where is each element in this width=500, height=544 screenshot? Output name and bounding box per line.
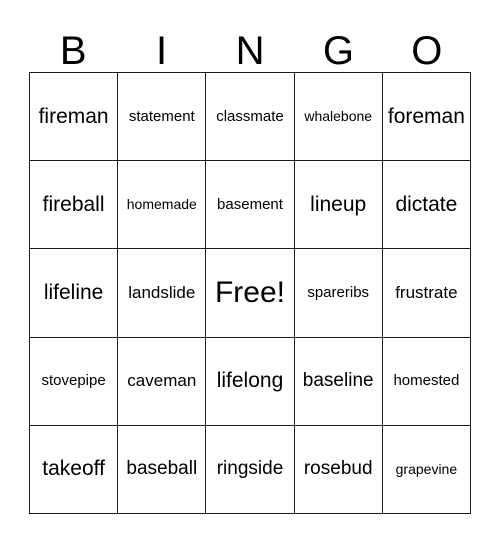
header-letter-n: N [235, 29, 265, 73]
bingo-card: B I N G O fireman statement classmate wh… [0, 0, 500, 544]
bingo-cell-label: foreman [387, 104, 465, 128]
bingo-cell-r2c2[interactable]: homemade [118, 161, 207, 250]
bingo-cell-r5c3[interactable]: ringside [206, 425, 295, 514]
bingo-cell-r3c1[interactable]: lifeline [30, 249, 119, 338]
bingo-cell-r5c1[interactable]: takeoff [30, 425, 119, 514]
bingo-cell-r1c5[interactable]: foreman [382, 73, 471, 162]
bingo-cell-label: statement [128, 107, 195, 125]
bingo-cell-r2c3[interactable]: basement [206, 161, 295, 250]
bingo-cell-r3c5[interactable]: frustrate [382, 249, 471, 338]
bingo-cell-r4c3[interactable]: lifelong [206, 337, 295, 426]
bingo-cell-label: lifelong [216, 369, 284, 393]
bingo-cell-r4c2[interactable]: caveman [118, 337, 207, 426]
bingo-cell-label: stovepipe [41, 372, 106, 390]
bingo-cell-label: baseline [302, 370, 374, 392]
bingo-free-label: Free! [214, 276, 285, 310]
bingo-cell-r1c3[interactable]: classmate [206, 73, 295, 162]
header-letter-g: G [322, 29, 354, 73]
header-letter-o: O [411, 29, 443, 73]
bingo-cell-r5c2[interactable]: baseball [118, 425, 207, 514]
header-letter-i: I [156, 29, 168, 73]
bingo-cell-label: ringside [216, 458, 284, 480]
bingo-cell-r4c5[interactable]: homested [382, 337, 471, 426]
bingo-cell-label: lifeline [43, 280, 104, 304]
bingo-cell-label: takeoff [42, 457, 105, 481]
bingo-cell-label: lineup [310, 192, 367, 216]
bingo-header: B I N G O [29, 14, 471, 72]
bingo-cell-label: spareribs [307, 284, 370, 302]
bingo-cell-label: frustrate [395, 283, 458, 303]
bingo-cell-r1c2[interactable]: statement [118, 73, 207, 162]
bingo-cell-r2c1[interactable]: fireball [30, 161, 119, 250]
bingo-cell-label: fireman [38, 104, 109, 128]
bingo-cell-label: fireball [42, 192, 105, 216]
bingo-grid: fireman statement classmate whalebone fo… [29, 72, 471, 514]
bingo-cell-label: landslide [128, 283, 196, 303]
bingo-cell-free[interactable]: Free! [206, 249, 295, 338]
bingo-cell-label: rosebud [303, 458, 373, 480]
bingo-cell-label: baseball [126, 458, 198, 480]
bingo-cell-label: homested [393, 372, 460, 390]
bingo-cell-label: classmate [216, 107, 284, 125]
bingo-cell-r5c4[interactable]: rosebud [294, 425, 383, 514]
bingo-cell-label: whalebone [304, 108, 373, 125]
bingo-cell-r5c5[interactable]: grapevine [382, 425, 471, 514]
bingo-cell-label: dictate [395, 192, 458, 216]
bingo-cell-r4c4[interactable]: baseline [294, 337, 383, 426]
bingo-cell-r2c4[interactable]: lineup [294, 161, 383, 250]
header-letter-b: B [59, 29, 87, 73]
bingo-cell-r4c1[interactable]: stovepipe [30, 337, 119, 426]
bingo-cell-label: grapevine [395, 461, 458, 478]
bingo-cell-r3c4[interactable]: spareribs [294, 249, 383, 338]
bingo-cell-r2c5[interactable]: dictate [382, 161, 471, 250]
bingo-cell-label: caveman [127, 371, 197, 391]
bingo-cell-label: basement [217, 195, 283, 213]
bingo-cell-r1c1[interactable]: fireman [30, 73, 119, 162]
bingo-cell-r1c4[interactable]: whalebone [294, 73, 383, 162]
bingo-cell-r3c2[interactable]: landslide [118, 249, 207, 338]
bingo-cell-label: homemade [126, 196, 197, 213]
